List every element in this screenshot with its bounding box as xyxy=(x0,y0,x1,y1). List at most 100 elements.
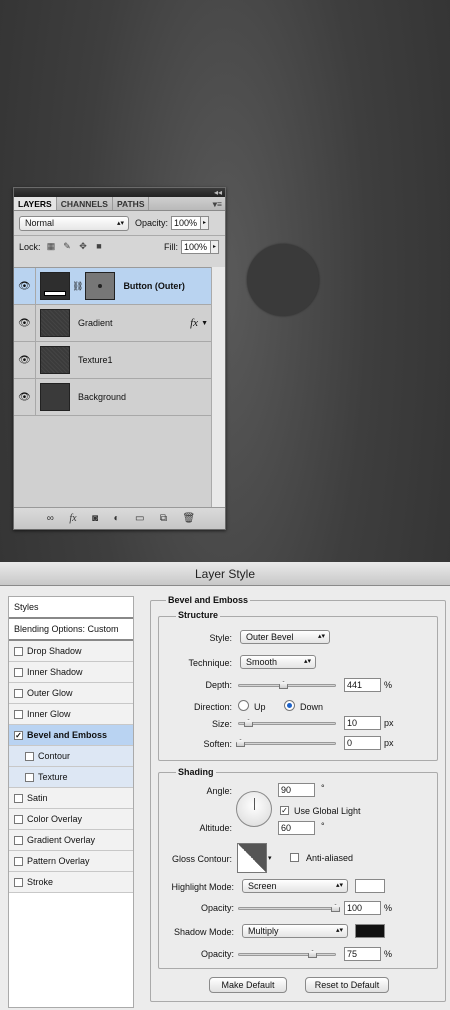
global-light-checkbox[interactable]: ✓ xyxy=(280,806,289,815)
checkbox[interactable] xyxy=(14,709,23,719)
style-select[interactable]: Outer Bevel ▴▾ xyxy=(240,630,330,644)
panel-menu-icon[interactable]: ▾≡ xyxy=(213,197,225,210)
lock-position-icon[interactable]: ✥ xyxy=(78,241,89,252)
size-slider[interactable] xyxy=(238,719,336,727)
fx-icon[interactable]: fx xyxy=(190,317,198,329)
size-unit: px xyxy=(384,718,394,728)
mask-icon[interactable]: ◙ xyxy=(92,513,98,524)
eye-icon[interactable]: 👁 xyxy=(14,378,36,416)
technique-select[interactable]: Smooth ▴▾ xyxy=(240,655,316,669)
link-icon[interactable]: ∞ xyxy=(47,513,54,524)
highlight-opacity-input[interactable]: 100 xyxy=(344,901,381,915)
shadow-opacity-slider[interactable] xyxy=(238,950,336,958)
highlight-opacity-slider[interactable] xyxy=(238,904,340,912)
layer-name: Texture1 xyxy=(78,355,113,365)
altitude-input[interactable]: 60 xyxy=(278,821,315,835)
altitude-label: Altitude: xyxy=(199,823,232,833)
style-item[interactable]: Gradient Overlay xyxy=(9,830,133,851)
style-item[interactable]: Inner Shadow xyxy=(9,662,133,683)
depth-input[interactable]: 441 xyxy=(344,678,381,692)
checkbox[interactable] xyxy=(14,877,23,887)
anti-aliased-checkbox[interactable] xyxy=(290,853,299,862)
layer-row[interactable]: 👁 Gradient fx ▼ xyxy=(14,304,211,342)
canvas-button-circle xyxy=(247,244,319,316)
updown-arrows-icon: ▴▾ xyxy=(335,927,343,934)
checkbox[interactable] xyxy=(14,667,23,677)
style-label: Style: xyxy=(209,633,232,643)
tab-channels[interactable]: CHANNELS xyxy=(57,197,113,210)
adjustment-icon[interactable]: ◐ xyxy=(113,513,119,524)
checkbox[interactable] xyxy=(14,835,23,845)
opacity-input[interactable]: 100% xyxy=(171,216,202,230)
style-item[interactable]: Stroke xyxy=(9,872,133,893)
highlight-color-swatch[interactable] xyxy=(355,879,385,893)
style-item[interactable]: Color Overlay xyxy=(9,809,133,830)
blending-options[interactable]: Blending Options: Custom xyxy=(9,619,133,641)
shadow-opacity-input[interactable]: 75 xyxy=(344,947,381,961)
highlight-mode-select[interactable]: Screen ▴▾ xyxy=(242,879,348,893)
layer-thumbnail xyxy=(40,383,70,411)
style-item[interactable]: Satin xyxy=(9,788,133,809)
style-item[interactable]: Pattern Overlay xyxy=(9,851,133,872)
direction-up-radio[interactable] xyxy=(238,700,249,711)
layer-row[interactable]: 👁 Background xyxy=(14,378,211,416)
opacity-spin-icon[interactable]: ▸ xyxy=(201,216,210,230)
collapse-icon[interactable]: ◂◂ xyxy=(14,188,225,197)
style-item[interactable]: Inner Glow xyxy=(9,704,133,725)
eye-icon[interactable]: 👁 xyxy=(14,341,36,379)
layer-thumbnail xyxy=(40,346,70,374)
angle-input[interactable]: 90 xyxy=(278,783,315,797)
expand-triangle-icon[interactable]: ▼ xyxy=(201,320,208,327)
eye-icon[interactable]: 👁 xyxy=(14,304,36,342)
reset-default-button[interactable]: Reset to Default xyxy=(305,977,389,993)
style-item-label: Texture xyxy=(38,772,68,782)
size-input[interactable]: 10 xyxy=(344,716,381,730)
checkbox[interactable] xyxy=(14,793,23,803)
new-layer-icon[interactable]: ⧉ xyxy=(160,513,167,524)
soften-input[interactable]: 0 xyxy=(344,736,381,750)
checkbox[interactable] xyxy=(25,751,34,761)
checkbox[interactable] xyxy=(25,772,34,782)
make-default-button[interactable]: Make Default xyxy=(209,977,287,993)
lock-transparency-icon[interactable]: ▦ xyxy=(46,241,57,252)
layer-row[interactable]: 👁 Texture1 xyxy=(14,341,211,379)
tab-paths[interactable]: PATHS xyxy=(113,197,150,210)
blend-mode-select[interactable]: Normal ▴▾ xyxy=(19,215,129,231)
technique-label: Technique: xyxy=(188,658,232,668)
soften-slider[interactable] xyxy=(236,739,336,747)
anti-aliased-label: Anti-aliased xyxy=(306,853,354,863)
style-item-bevel-emboss[interactable]: ✓ Bevel and Emboss xyxy=(9,725,133,746)
layer-list: 👁 ⛓ Button (Outer) 👁 Gradient fx ▼ 👁 Tex… xyxy=(14,267,211,509)
eye-icon[interactable]: 👁 xyxy=(14,267,36,305)
chevron-down-icon[interactable]: ▾ xyxy=(268,854,272,862)
checkbox[interactable] xyxy=(14,814,23,824)
style-item[interactable]: Drop Shadow xyxy=(9,641,133,662)
checkbox[interactable] xyxy=(14,856,23,866)
layers-scrollbar[interactable] xyxy=(211,267,225,509)
fill-input[interactable]: 100% xyxy=(181,239,211,254)
fill-spin-icon[interactable]: ▸ xyxy=(211,239,219,254)
checkmark-icon[interactable]: ✓ xyxy=(14,730,23,740)
angle-wheel[interactable] xyxy=(236,791,272,827)
trash-icon[interactable]: 🗑 xyxy=(182,513,195,524)
shadow-color-swatch[interactable] xyxy=(355,924,385,938)
highlight-opacity-label: Opacity: xyxy=(200,903,234,913)
gloss-contour-preview[interactable] xyxy=(237,843,267,873)
shadow-mode-select[interactable]: Multiply ▴▾ xyxy=(242,924,348,938)
depth-slider[interactable] xyxy=(238,681,336,689)
chain-link-icon[interactable]: ⛓ xyxy=(72,281,83,292)
style-item-contour[interactable]: Contour xyxy=(9,746,133,767)
checkbox[interactable] xyxy=(14,646,23,656)
tab-layers[interactable]: LAYERS xyxy=(14,197,57,210)
lock-all-icon[interactable]: ■ xyxy=(94,241,105,252)
checkbox[interactable] xyxy=(14,688,23,698)
style-item-texture[interactable]: Texture xyxy=(9,767,133,788)
layer-row[interactable]: 👁 ⛓ Button (Outer) xyxy=(14,267,211,305)
folder-icon[interactable]: ▭ xyxy=(135,513,144,524)
lock-paint-icon[interactable]: ✎ xyxy=(62,241,73,252)
styles-header[interactable]: Styles xyxy=(9,597,133,619)
mask-thumbnail[interactable] xyxy=(85,272,116,300)
fx-icon[interactable]: fx xyxy=(69,513,76,524)
style-item[interactable]: Outer Glow xyxy=(9,683,133,704)
direction-down-radio[interactable] xyxy=(284,700,295,711)
